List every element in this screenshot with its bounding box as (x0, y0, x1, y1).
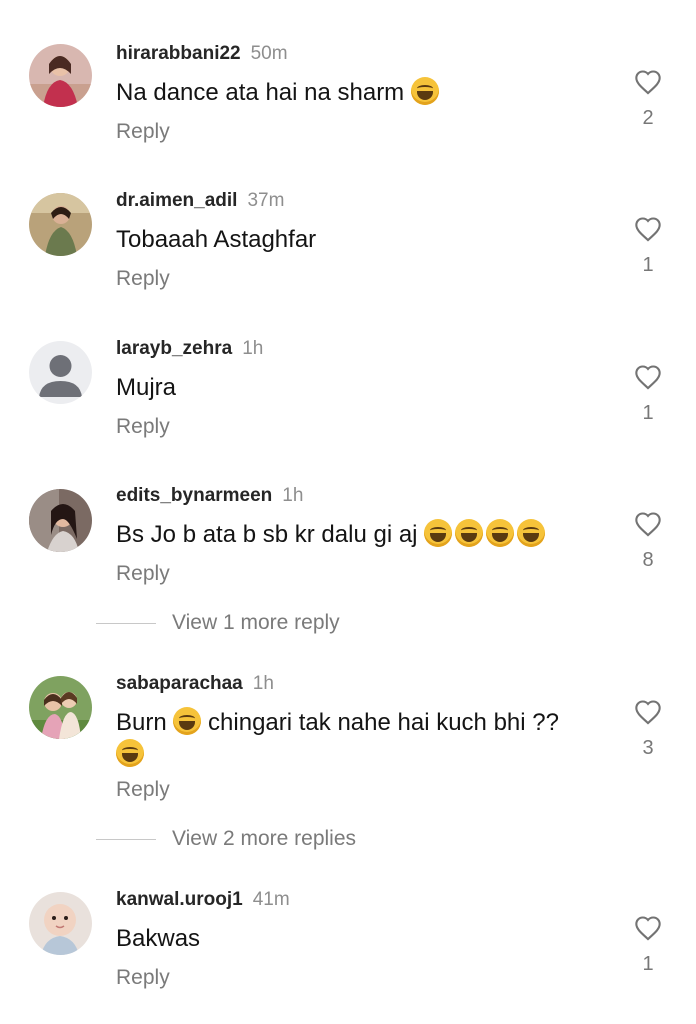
comment-body: Tobaaah Astaghfar (116, 226, 317, 253)
comment-meta: edits_bynarmeen 1h (116, 483, 303, 509)
timestamp: 1h (242, 338, 264, 359)
like-count: 1 (642, 402, 654, 424)
timestamp: 37m (247, 190, 285, 211)
like-control: 1 (628, 364, 668, 424)
default-avatar-icon[interactable] (29, 341, 92, 404)
comment-meta: kanwal.urooj1 41m (116, 887, 290, 913)
view-more-replies[interactable]: View 1 more reply (96, 610, 340, 636)
reply-button[interactable]: Reply (116, 777, 170, 803)
face-with-tears-of-joy-icon (173, 707, 202, 735)
like-count: 8 (642, 549, 654, 571)
heart-outline-icon[interactable] (634, 511, 662, 537)
username[interactable]: dr.aimen_adil (116, 190, 237, 211)
like-control: 1 (628, 915, 668, 975)
username[interactable]: kanwal.urooj1 (116, 889, 243, 910)
like-count: 2 (642, 107, 654, 129)
username[interactable]: hirarabbani22 (116, 43, 241, 64)
timestamp: 41m (252, 889, 290, 910)
like-count: 1 (642, 254, 654, 276)
reply-button[interactable]: Reply (116, 561, 170, 587)
comment-text: Na dance ata hai na sharm (116, 77, 586, 109)
like-control: 1 (628, 216, 668, 276)
reply-button[interactable]: Reply (116, 119, 170, 145)
heart-outline-icon[interactable] (634, 364, 662, 390)
comment-body-part2: chingari tak nahe hai kuch bhi ?? (208, 709, 559, 736)
reply-button[interactable]: Reply (116, 965, 170, 991)
username[interactable]: larayb_zehra (116, 338, 232, 359)
like-count: 1 (642, 953, 654, 975)
like-count: 3 (642, 737, 654, 759)
avatar[interactable] (29, 489, 92, 552)
avatar[interactable] (29, 676, 92, 739)
comment-meta: sabaparachaa 1h (116, 671, 274, 697)
comment-text: Mujra (116, 372, 586, 404)
comment-body: Bakwas (116, 925, 201, 952)
comment-meta: larayb_zehra 1h (116, 336, 263, 362)
heart-outline-icon[interactable] (634, 699, 662, 725)
comment-text: Tobaaah Astaghfar (116, 224, 586, 256)
username[interactable]: sabaparachaa (116, 673, 243, 694)
avatar[interactable] (29, 44, 92, 107)
comment-text: Bs Jo b ata b sb kr dalu gi aj (116, 519, 586, 551)
comment-meta: hirarabbani22 50m (116, 41, 288, 67)
heart-outline-icon[interactable] (634, 216, 662, 242)
reply-button[interactable]: Reply (116, 266, 170, 292)
avatar[interactable] (29, 892, 92, 955)
reply-button[interactable]: Reply (116, 414, 170, 440)
face-with-tears-of-joy-icon (424, 519, 453, 547)
comment-body: Mujra (116, 374, 177, 401)
heart-outline-icon[interactable] (634, 915, 662, 941)
heart-outline-icon[interactable] (634, 69, 662, 95)
face-with-tears-of-joy-icon (116, 739, 144, 767)
divider (96, 838, 156, 840)
comment-meta: dr.aimen_adil 37m (116, 188, 284, 214)
comment-body-part1: Burn (116, 709, 167, 736)
divider (96, 622, 156, 624)
comment-body: Na dance ata hai na sharm (116, 79, 405, 106)
like-control: 3 (628, 699, 668, 759)
timestamp: 50m (250, 43, 288, 64)
face-with-tears-of-joy-icon (486, 519, 515, 547)
face-with-tears-of-joy-icon (517, 519, 546, 547)
timestamp: 1h (252, 673, 274, 694)
view-more-label[interactable]: View 2 more replies (172, 827, 356, 851)
comment-text: Bakwas (116, 923, 586, 955)
comment-body: Bs Jo b ata b sb kr dalu gi aj (116, 521, 418, 548)
face-with-tears-of-joy-icon (455, 519, 484, 547)
view-more-replies[interactable]: View 2 more replies (96, 826, 356, 852)
face-with-tears-of-joy-icon (410, 77, 439, 105)
like-control: 2 (628, 69, 668, 129)
comment-text: Burn chingari tak nahe hai kuch bhi ?? (116, 707, 586, 771)
timestamp: 1h (282, 485, 304, 506)
username[interactable]: edits_bynarmeen (116, 485, 272, 506)
avatar[interactable] (29, 193, 92, 256)
view-more-label[interactable]: View 1 more reply (172, 611, 340, 635)
like-control: 8 (628, 511, 668, 571)
